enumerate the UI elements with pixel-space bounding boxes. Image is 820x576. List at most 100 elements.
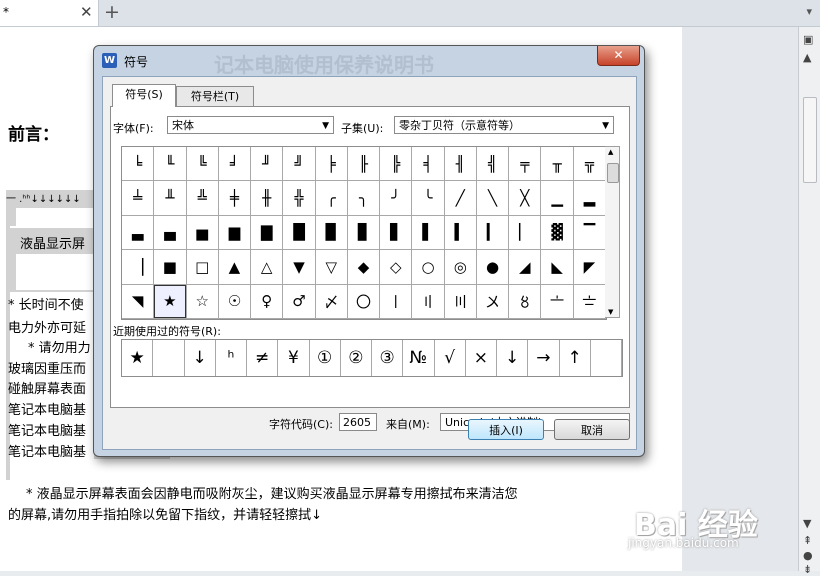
symbol-cell[interactable]: ▃ xyxy=(122,215,155,251)
recent-symbol-cell[interactable]: ② xyxy=(341,340,372,376)
symbol-cell[interactable]: ╞ xyxy=(315,147,348,182)
recent-symbol-cell[interactable] xyxy=(591,340,622,376)
symbol-cell[interactable]: ╝ xyxy=(283,147,316,182)
symbol-cell[interactable]: ◎ xyxy=(444,250,477,285)
symbol-cell[interactable]: ▍ xyxy=(444,215,477,251)
recent-symbol-cell[interactable]: ↓ xyxy=(497,340,529,376)
recent-symbol-cell[interactable]: ★ xyxy=(122,340,154,376)
symbol-cell[interactable]: ● xyxy=(476,250,510,285)
symbol-cell[interactable]: ▅ xyxy=(186,215,219,251)
symbol-cell[interactable]: ╩ xyxy=(186,181,219,216)
symbol-cell[interactable]: ▂ xyxy=(573,181,606,216)
symbol-cell[interactable]: ╣ xyxy=(476,147,510,182)
scroll-up-icon[interactable]: ▲ xyxy=(803,51,811,64)
symbol-cell[interactable]: ▁ xyxy=(541,181,574,216)
symbol-cell[interactable]: ▎ xyxy=(476,215,510,251)
symbol-cell[interactable]: ╤ xyxy=(509,147,542,182)
symbol-cell[interactable]: ╲ xyxy=(476,181,510,216)
symbol-cell[interactable]: ╧ xyxy=(122,181,155,216)
symbol-cell[interactable]: ☉ xyxy=(218,284,252,319)
symbol-cell[interactable]: 〦 xyxy=(541,284,574,319)
recent-symbol-cell[interactable]: → xyxy=(528,340,560,376)
symbol-cell[interactable]: 〥 xyxy=(509,284,542,319)
pin-icon[interactable]: ▣ xyxy=(803,33,813,46)
scrollbar-thumb[interactable] xyxy=(607,163,619,183)
symbol-cell[interactable]: ◆ xyxy=(347,250,381,285)
symbol-cell[interactable]: ╬ xyxy=(283,181,316,216)
symbol-cell[interactable]: ▉ xyxy=(315,215,348,251)
symbol-cell-selected[interactable]: ★ xyxy=(154,284,187,319)
symbol-cell[interactable]: ◣ xyxy=(541,250,574,285)
dialog-titlebar[interactable]: W 符号 记本电脑使用保养说明书 ✕ xyxy=(94,46,644,77)
next-page-icon[interactable]: ⇟ xyxy=(803,563,812,576)
symbol-cell[interactable]: ╥ xyxy=(541,147,574,182)
symbol-cell[interactable]: ▊ xyxy=(347,215,381,251)
symbol-cell[interactable]: ▼ xyxy=(283,250,316,285)
symbol-cell[interactable]: ◇ xyxy=(380,250,413,285)
symbol-cell[interactable]: ╡ xyxy=(412,147,445,182)
symbol-cell[interactable]: ╫ xyxy=(251,181,284,216)
symbol-grid-scrollbar[interactable]: ▲ ▼ xyxy=(605,146,620,318)
char-code-input[interactable]: 2605 xyxy=(339,413,377,431)
symbol-cell[interactable]: ╚ xyxy=(186,147,219,182)
symbol-cell[interactable]: ▇ xyxy=(251,215,284,251)
dialog-close-button[interactable]: ✕ xyxy=(597,46,640,66)
symbol-cell[interactable]: ╜ xyxy=(251,147,284,182)
symbol-cell[interactable]: ☆ xyxy=(186,284,219,319)
recent-symbols-grid[interactable]: ★ ↓ ʰ ≠ ¥ ① ② ③ № √ × ↓ → ↑ xyxy=(121,339,623,377)
recent-symbol-cell[interactable]: ≠ xyxy=(247,340,279,376)
symbol-grid[interactable]: ╘ ╙ ╚ ╛ ╜ ╝ ╞ ╟ ╠ ╡ ╢ ╣ ╤ ╥ ╦ ╧ ╨ ╩ ╪ ╫ ╬ ╭ ╮ ╯ ╰ ╱ ╲ ╳ ▁ ▂ ▃ ▄ ▅ ▆ ▇ █ ▉ ▊ ▋ ▌… xyxy=(121,146,607,320)
symbol-cell[interactable]: ╟ xyxy=(347,147,381,182)
symbol-cell[interactable]: 〧 xyxy=(573,284,606,319)
symbol-cell[interactable]: ╪ xyxy=(218,181,252,216)
symbol-cell[interactable]: ▽ xyxy=(315,250,348,285)
symbol-cell[interactable]: ♀ xyxy=(251,284,284,319)
recent-symbol-cell[interactable]: √ xyxy=(435,340,466,376)
scroll-down-icon[interactable]: ▼ xyxy=(803,517,811,530)
tab-symbols[interactable]: 符号(S) xyxy=(112,84,176,107)
scrollbar-thumb[interactable] xyxy=(803,97,817,183)
symbol-cell[interactable]: ▔ xyxy=(573,215,606,251)
recent-symbol-cell[interactable]: ↑ xyxy=(560,340,591,376)
symbol-cell[interactable]: 〣 xyxy=(444,284,477,319)
tab-symbol-bar[interactable]: 符号栏(T) xyxy=(176,86,254,107)
symbol-cell[interactable]: ╳ xyxy=(509,181,542,216)
symbol-cell[interactable]: ▏ xyxy=(509,215,542,251)
recent-symbol-cell[interactable]: ↓ xyxy=(185,340,216,376)
symbol-cell[interactable]: ▓ xyxy=(541,215,574,251)
symbol-cell[interactable]: 〆 xyxy=(315,284,348,319)
recent-symbol-cell[interactable]: ③ xyxy=(372,340,404,376)
symbol-cell[interactable]: □ xyxy=(186,250,219,285)
recent-symbol-cell[interactable]: № xyxy=(403,340,435,376)
symbol-cell[interactable]: ╙ xyxy=(154,147,187,182)
symbol-cell[interactable]: ■ xyxy=(154,250,187,285)
symbol-cell[interactable]: ╘ xyxy=(122,147,155,182)
recent-symbol-cell[interactable]: ʰ xyxy=(216,340,247,376)
symbol-cell[interactable]: ╠ xyxy=(380,147,413,182)
symbol-cell[interactable]: 〇 xyxy=(347,284,381,319)
symbol-cell[interactable]: ╰ xyxy=(412,181,445,216)
symbol-cell[interactable]: ╮ xyxy=(347,181,381,216)
recent-symbol-cell[interactable]: ¥ xyxy=(278,340,310,376)
symbol-cell[interactable]: ▋ xyxy=(380,215,413,251)
symbol-cell[interactable]: ▆ xyxy=(218,215,252,251)
scroll-down-icon[interactable]: ▼ xyxy=(608,308,613,316)
symbol-cell[interactable]: ╢ xyxy=(444,147,477,182)
symbol-cell[interactable]: ╱ xyxy=(444,181,477,216)
symbol-cell[interactable]: ◤ xyxy=(573,250,606,285)
close-tab-icon[interactable]: ✕ xyxy=(80,3,93,21)
scroll-up-icon[interactable]: ▲ xyxy=(608,148,613,156)
cancel-button[interactable]: 取消 xyxy=(554,419,630,440)
symbol-cell[interactable]: ╯ xyxy=(380,181,413,216)
new-tab-icon[interactable]: + xyxy=(104,1,120,23)
symbol-cell[interactable]: ♂ xyxy=(283,284,316,319)
recent-symbol-cell[interactable]: × xyxy=(466,340,497,376)
symbol-cell[interactable]: ▕ xyxy=(122,250,155,285)
recent-symbol-cell[interactable]: ① xyxy=(310,340,341,376)
symbol-cell[interactable]: ╨ xyxy=(154,181,187,216)
symbol-cell[interactable]: 〤 xyxy=(476,284,510,319)
symbol-cell[interactable]: 〡 xyxy=(380,284,413,319)
document-tab[interactable]: * ✕ xyxy=(0,0,99,26)
recent-symbol-cell[interactable] xyxy=(153,340,185,376)
select-browse-icon[interactable]: ● xyxy=(803,549,813,562)
